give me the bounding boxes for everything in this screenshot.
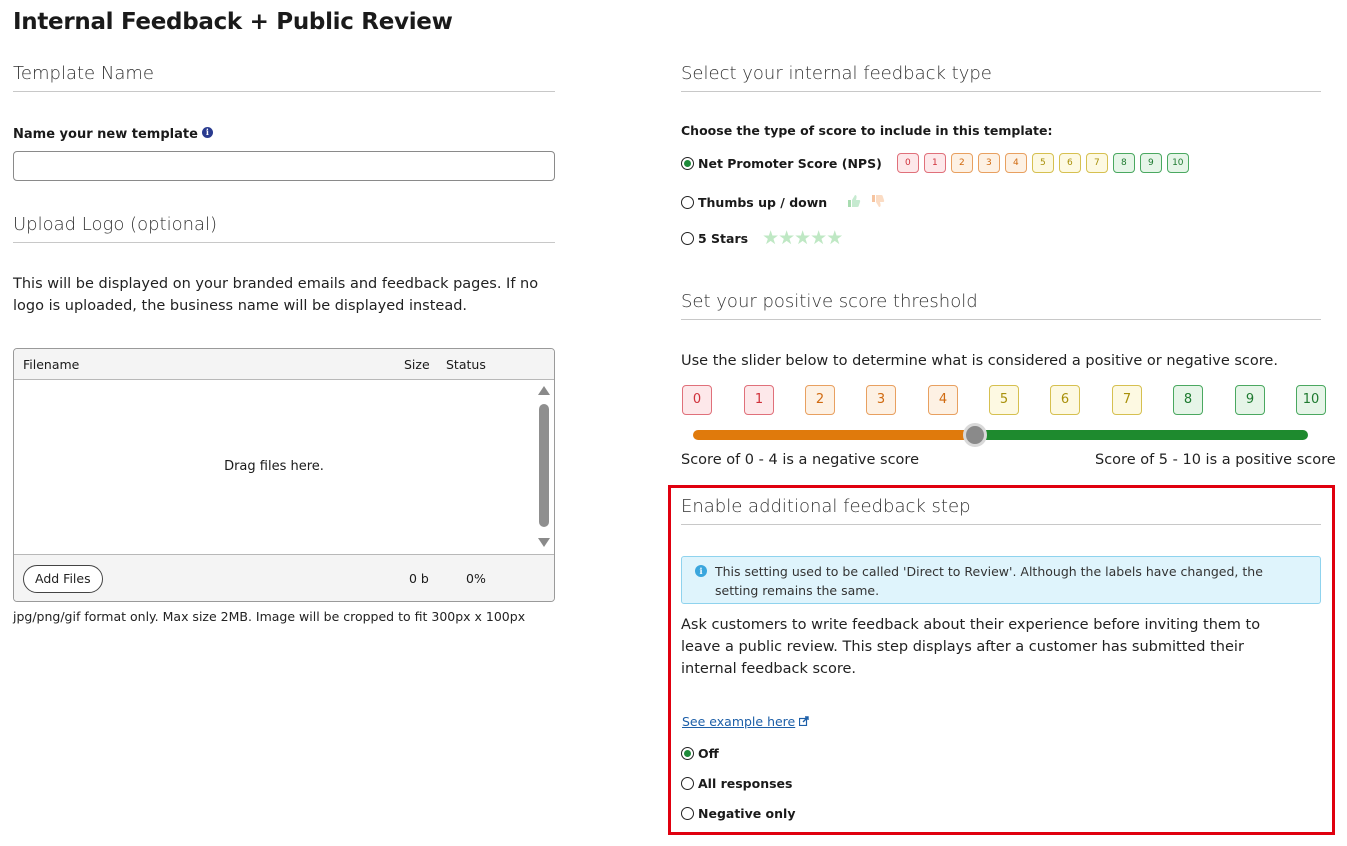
see-example-link[interactable]: See example here — [682, 714, 809, 729]
nps-chip: 8 — [1112, 153, 1135, 173]
radio-stars-label: 5 Stars — [698, 230, 749, 246]
see-example-link-text: See example here — [682, 714, 796, 729]
column-size: Size — [404, 357, 430, 372]
score-chip[interactable]: 0 — [682, 385, 712, 415]
thumbs-down-icon — [871, 194, 885, 211]
nps-chip: 6 — [1058, 153, 1081, 173]
positive-score-caption: Score of 5 - 10 is a positive score — [1095, 452, 1336, 468]
nps-chip: 0 — [896, 153, 919, 173]
scroll-up-arrow-icon[interactable] — [538, 386, 550, 395]
radio-button[interactable] — [681, 777, 694, 790]
score-chip[interactable]: 2 — [805, 385, 835, 415]
nps-chip: 10 — [1166, 153, 1189, 173]
radio-thumbs-label: Thumbs up / down — [698, 195, 828, 210]
radio-thumbs[interactable]: Thumbs up / down — [681, 194, 885, 211]
upload-logo-heading: Upload Logo (optional) — [13, 214, 555, 243]
additional-step-heading: Enable additional feedback step — [681, 496, 1321, 525]
score-chip[interactable]: 4 — [928, 385, 958, 415]
upload-table-footer: Add Files 0 b 0% — [14, 554, 554, 601]
template-name-heading: Template Name — [13, 63, 555, 92]
drop-zone-text: Drag files here. — [224, 459, 324, 474]
slider-positive-track[interactable] — [975, 430, 1308, 440]
additional-step-description: Ask customers to write feedback about th… — [681, 617, 1261, 677]
scrollbar-thumb[interactable] — [539, 404, 549, 527]
score-chip[interactable]: 7 — [1112, 385, 1142, 415]
feedback-type-heading: Select your internal feedback type — [681, 63, 1321, 92]
radio-negative-only-label: Negative only — [698, 806, 796, 821]
template-name-input[interactable] — [13, 151, 555, 181]
file-drop-zone[interactable]: Drag files here. — [14, 380, 554, 554]
nps-chip: 5 — [1031, 153, 1054, 173]
file-upload-box: Filename Size Status Drag files here. Ad… — [13, 348, 555, 602]
radio-off[interactable]: Off — [681, 746, 719, 761]
stars-preview-icon: ★★★★★ — [762, 227, 843, 249]
thumbs-preview — [847, 194, 885, 211]
score-chip[interactable]: 10 — [1296, 385, 1326, 415]
nps-chip: 4 — [1004, 153, 1027, 173]
total-size: 0 b — [409, 571, 429, 586]
info-banner-text: This setting used to be called 'Direct t… — [715, 564, 1263, 598]
score-chip[interactable]: 5 — [989, 385, 1019, 415]
radio-five-stars[interactable]: 5 Stars ★★★★★ — [681, 227, 843, 249]
negative-score-caption: Score of 0 - 4 is a negative score — [681, 452, 919, 468]
radio-all-responses[interactable]: All responses — [681, 776, 792, 791]
template-name-label-text: Name your new template — [13, 127, 198, 142]
nps-scale-preview: 0 1 2 3 4 5 6 7 8 9 10 — [896, 153, 1194, 173]
score-chip[interactable]: 6 — [1050, 385, 1080, 415]
template-name-label: Name your new template i — [13, 127, 213, 142]
radio-negative-only[interactable]: Negative only — [681, 806, 795, 821]
threshold-scale: 0 1 2 3 4 5 6 7 8 9 10 — [681, 385, 1326, 415]
info-icon[interactable]: i — [201, 127, 213, 138]
upload-format-note: jpg/png/gif format only. Max size 2MB. I… — [13, 609, 526, 624]
radio-button[interactable] — [681, 747, 694, 760]
info-icon: i — [695, 565, 707, 577]
nps-chip: 2 — [950, 153, 973, 173]
upload-table-header: Filename Size Status — [14, 349, 554, 380]
add-files-button[interactable]: Add Files — [23, 565, 103, 593]
info-banner: i This setting used to be called 'Direct… — [681, 556, 1321, 604]
nps-chip: 3 — [977, 153, 1000, 173]
score-chip[interactable]: 9 — [1235, 385, 1265, 415]
feedback-type-prompt: Choose the type of score to include in t… — [681, 123, 1053, 138]
total-status: 0% — [466, 571, 486, 586]
threshold-heading: Set your positive score threshold — [681, 291, 1321, 320]
radio-button[interactable] — [681, 807, 694, 820]
column-filename: Filename — [23, 357, 80, 372]
page-title: Internal Feedback + Public Review — [13, 9, 453, 35]
score-chip[interactable]: 3 — [866, 385, 896, 415]
radio-nps-label: Net Promoter Score (NPS) — [698, 155, 882, 171]
radio-button[interactable] — [681, 196, 694, 209]
slider-negative-track[interactable] — [693, 430, 975, 440]
upload-logo-description: This will be displayed on your branded e… — [13, 276, 539, 314]
threshold-description: Use the slider below to determine what i… — [681, 353, 1278, 369]
column-status: Status — [446, 357, 486, 372]
thumbs-up-icon — [847, 194, 861, 211]
radio-button[interactable] — [681, 156, 694, 170]
radio-all-responses-label: All responses — [698, 776, 793, 791]
scroll-down-arrow-icon[interactable] — [538, 538, 550, 547]
external-link-icon — [799, 716, 809, 729]
radio-off-label: Off — [698, 746, 719, 761]
radio-nps[interactable]: Net Promoter Score (NPS) 0 1 2 3 4 5 6 7… — [681, 153, 1194, 173]
nps-chip: 9 — [1139, 153, 1162, 173]
threshold-slider-handle[interactable] — [963, 423, 987, 447]
radio-button[interactable] — [681, 231, 694, 245]
score-chip[interactable]: 8 — [1173, 385, 1203, 415]
score-chip[interactable]: 1 — [744, 385, 774, 415]
nps-chip: 7 — [1085, 153, 1108, 173]
nps-chip: 1 — [923, 153, 946, 173]
